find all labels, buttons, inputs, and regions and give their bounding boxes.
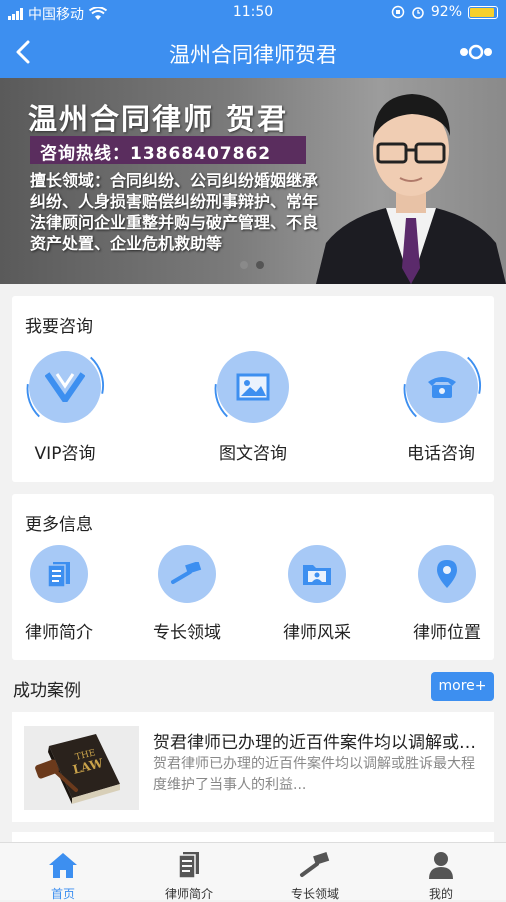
alarm-icon — [412, 7, 424, 19]
consult-vip-label: VIP咨询 — [34, 444, 96, 464]
tab-expertise[interactable]: 专长领域 — [252, 843, 378, 901]
folder-icon — [288, 545, 346, 603]
gavel-icon — [300, 852, 330, 877]
lawyer-location-label: 律师位置 — [413, 623, 481, 643]
expertise-label: 专长领域 — [153, 623, 221, 643]
more-options-icon[interactable] — [458, 44, 494, 60]
lawyer-intro-label: 律师简介 — [25, 623, 93, 643]
banner-title: 温州合同律师 贺君 — [28, 102, 289, 136]
tab-expertise-label: 专长领域 — [290, 887, 339, 901]
consult-title: 我要咨询 — [25, 317, 93, 337]
cases-title: 成功案例 — [13, 681, 81, 701]
tab-mine-label: 我的 — [428, 887, 453, 901]
tab-lawyer-intro[interactable]: 律师简介 — [126, 843, 252, 901]
case-title: 贺君律师已办理的近百件案件均以调解或胜诉最大程度维护了当事人的利益 — [153, 733, 483, 753]
lawyer-portrait — [316, 94, 506, 284]
carousel-dot-active — [256, 261, 264, 269]
banner-description: 擅长领域：合同纠纷、公司纠纷婚姻继承纠纷、人身损害赔偿纠纷刑事辩护、常年法律顾问… — [30, 171, 319, 253]
nav-bar: 温州合同律师贺君 — [0, 26, 506, 78]
law-book-thumbnail: THE LAW — [24, 726, 139, 810]
battery-label: 92% — [430, 4, 462, 20]
more-info-card: 更多信息 律师简介 专长领域 律师风采 律师位置 — [12, 494, 494, 660]
cases-more-button[interactable]: more+ — [431, 672, 494, 701]
tab-home-label: 首页 — [50, 887, 75, 901]
user-icon — [429, 852, 453, 879]
consult-phone-label: 电话咨询 — [407, 444, 475, 464]
battery-icon — [468, 5, 498, 19]
location-icon — [418, 545, 476, 603]
carousel-dot — [240, 261, 248, 269]
document-icon — [178, 852, 199, 879]
case-list-item[interactable]: THE LAW 贺君律师已办理的近百件案件均以调解或胜诉最大程度维护了当事人的利… — [12, 712, 494, 822]
home-icon — [49, 853, 77, 878]
status-bar: 中国移动 11:50 92% — [0, 0, 506, 26]
tab-mine[interactable]: 我的 — [378, 843, 504, 901]
more-info-title: 更多信息 — [25, 515, 93, 535]
tab-lawyer-intro-label: 律师简介 — [164, 887, 213, 901]
bottom-tab-bar: 首页 律师简介 专长领域 我的 — [0, 842, 506, 901]
page-title: 温州合同律师贺君 — [169, 43, 337, 67]
banner-hotline: 咨询热线：13868407862 — [30, 136, 306, 164]
gavel-icon — [158, 545, 216, 603]
vip-decoration — [26, 356, 104, 418]
lawyer-style-label: 律师风采 — [283, 623, 351, 643]
case-list-item[interactable] — [12, 832, 494, 842]
tab-home[interactable]: 首页 — [0, 843, 126, 901]
carousel-indicator — [240, 261, 264, 269]
consult-card: 我要咨询 VIP咨询 图文咨询 电话咨询 — [12, 296, 494, 482]
consult-image-label: 图文咨询 — [219, 444, 287, 464]
document-icon — [30, 545, 88, 603]
case-summary: 贺君律师已办理的近百件案件均以调解或胜诉最大程度维护了当事人的利益... — [153, 756, 475, 793]
status-right: 92% — [391, 4, 498, 20]
orientation-lock-icon — [391, 5, 405, 19]
image-decoration — [214, 384, 228, 418]
phone-decoration — [403, 356, 481, 418]
banner-carousel[interactable]: 温州合同律师 贺君 咨询热线：13868407862 擅长领域：合同纠纷、公司纠… — [0, 78, 506, 284]
